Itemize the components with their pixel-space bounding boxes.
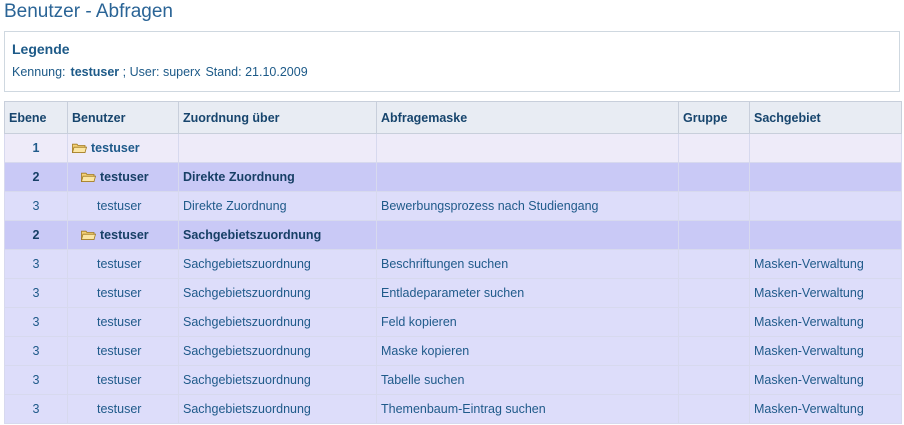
table-row: 3 testuser Sachgebietszuordnung Beschrif… — [4, 249, 902, 279]
cell-gruppe — [678, 394, 750, 424]
folder-open-icon[interactable] — [72, 143, 87, 153]
cell-benutzer[interactable]: testuser — [67, 162, 179, 192]
legend-title: Legende — [12, 41, 70, 57]
cell-ebene: 3 — [4, 394, 68, 424]
cell-zuordnung — [178, 133, 377, 163]
cell-gruppe — [678, 307, 750, 337]
benutzer-label: testuser — [97, 257, 142, 271]
cell-benutzer[interactable]: testuser — [67, 133, 179, 163]
cell-gruppe — [678, 365, 750, 395]
header-ebene[interactable]: Ebene — [4, 101, 68, 134]
cell-sachgebiet: Masken-Verwaltung — [749, 365, 902, 395]
cell-zuordnung: Sachgebietszuordnung — [178, 365, 377, 395]
cell-sachgebiet: Masken-Verwaltung — [749, 336, 902, 366]
table-row: 3 testuser Sachgebietszuordnung Themenba… — [4, 394, 902, 424]
cell-ebene: 3 — [4, 336, 68, 366]
benutzer-label: testuser — [97, 286, 142, 300]
cell-abfragemaske: Tabelle suchen — [376, 365, 679, 395]
benutzer-label: testuser — [97, 199, 142, 213]
cell-abfragemaske: Themenbaum-Eintrag suchen — [376, 394, 679, 424]
cell-sachgebiet: Masken-Verwaltung — [749, 249, 902, 279]
table-row: 3 testuser Sachgebietszuordnung Tabelle … — [4, 365, 902, 395]
cell-zuordnung: Sachgebietszuordnung — [178, 220, 377, 250]
cell-sachgebiet — [749, 191, 902, 221]
cell-abfragemaske — [376, 220, 679, 250]
benutzer-label[interactable]: testuser — [100, 228, 149, 242]
cell-benutzer: testuser — [67, 278, 179, 308]
cell-benutzer: testuser — [67, 336, 179, 366]
cell-benutzer: testuser — [67, 365, 179, 395]
cell-gruppe — [678, 249, 750, 279]
cell-gruppe — [678, 220, 750, 250]
results-table: Ebene Benutzer Zuordnung über Abfragemas… — [4, 101, 902, 424]
cell-abfragemaske: Bewerbungsprozess nach Studiengang — [376, 191, 679, 221]
cell-benutzer: testuser — [67, 191, 179, 221]
cell-gruppe — [678, 191, 750, 221]
page-title: Benutzer - Abfragen — [4, 1, 173, 22]
cell-ebene: 2 — [4, 220, 68, 250]
kennung-label: Kennung: — [12, 65, 66, 79]
stand-info: Stand: 21.10.2009 — [205, 65, 308, 79]
cell-abfragemaske — [376, 162, 679, 192]
cell-sachgebiet: Masken-Verwaltung — [749, 307, 902, 337]
table-row: 3 testuser Direkte Zuordnung Bewerbungsp… — [4, 191, 902, 221]
table-row: 3 testuser Sachgebietszuordnung Feld kop… — [4, 307, 902, 337]
cell-ebene: 3 — [4, 249, 68, 279]
header-sachgebiet[interactable]: Sachgebiet — [749, 101, 902, 134]
table-row: 3 testuser Sachgebietszuordnung Maske ko… — [4, 336, 902, 366]
header-zuordnung[interactable]: Zuordnung über — [178, 101, 377, 134]
cell-abfragemaske: Beschriftungen suchen — [376, 249, 679, 279]
cell-benutzer: testuser — [67, 249, 179, 279]
cell-abfragemaske: Feld kopieren — [376, 307, 679, 337]
cell-zuordnung: Sachgebietszuordnung — [178, 249, 377, 279]
cell-sachgebiet — [749, 220, 902, 250]
table-row: 3 testuser Sachgebietszuordnung Entladep… — [4, 278, 902, 308]
benutzer-label: testuser — [97, 315, 142, 329]
cell-ebene: 2 — [4, 162, 68, 192]
cell-gruppe — [678, 336, 750, 366]
cell-gruppe — [678, 278, 750, 308]
cell-ebene: 3 — [4, 365, 68, 395]
cell-gruppe — [678, 133, 750, 163]
header-benutzer[interactable]: Benutzer — [67, 101, 179, 134]
table-row: 2 testuser Sachgebietszuordnung — [4, 220, 902, 250]
cell-abfragemaske: Maske kopieren — [376, 336, 679, 366]
cell-zuordnung: Direkte Zuordnung — [178, 162, 377, 192]
legend-info: Kennung: testuser ; User: superx Stand: 21… — [12, 65, 308, 79]
benutzer-label[interactable]: testuser — [91, 141, 140, 155]
user-info: ; User: superx — [122, 65, 201, 79]
cell-benutzer[interactable]: testuser — [67, 220, 179, 250]
cell-zuordnung: Direkte Zuordnung — [178, 191, 377, 221]
cell-sachgebiet — [749, 133, 902, 163]
kennung-value: testuser — [70, 65, 120, 79]
benutzer-label: testuser — [97, 402, 142, 416]
header-abfragemaske[interactable]: Abfragemaske — [376, 101, 679, 134]
cell-abfragemaske — [376, 133, 679, 163]
folder-open-icon[interactable] — [81, 172, 96, 182]
cell-sachgebiet — [749, 162, 902, 192]
table-header-row: Ebene Benutzer Zuordnung über Abfragemas… — [4, 101, 902, 134]
cell-ebene: 3 — [4, 191, 68, 221]
header-gruppe[interactable]: Gruppe — [678, 101, 750, 134]
cell-ebene: 3 — [4, 278, 68, 308]
benutzer-label: testuser — [97, 373, 142, 387]
cell-zuordnung: Sachgebietszuordnung — [178, 278, 377, 308]
cell-zuordnung: Sachgebietszuordnung — [178, 307, 377, 337]
cell-sachgebiet: Masken-Verwaltung — [749, 394, 902, 424]
legend-panel: Legende Kennung: testuser ; User: superx S… — [4, 31, 900, 92]
benutzer-label: testuser — [97, 344, 142, 358]
table-row: 1 testuser — [4, 133, 902, 163]
cell-benutzer: testuser — [67, 307, 179, 337]
table-row: 2 testuser Direkte Zuordnung — [4, 162, 902, 192]
cell-ebene: 3 — [4, 307, 68, 337]
cell-zuordnung: Sachgebietszuordnung — [178, 394, 377, 424]
folder-open-icon[interactable] — [81, 230, 96, 240]
cell-gruppe — [678, 162, 750, 192]
cell-sachgebiet: Masken-Verwaltung — [749, 278, 902, 308]
cell-benutzer: testuser — [67, 394, 179, 424]
cell-ebene: 1 — [4, 133, 68, 163]
cell-zuordnung: Sachgebietszuordnung — [178, 336, 377, 366]
benutzer-label[interactable]: testuser — [100, 170, 149, 184]
cell-abfragemaske: Entladeparameter suchen — [376, 278, 679, 308]
